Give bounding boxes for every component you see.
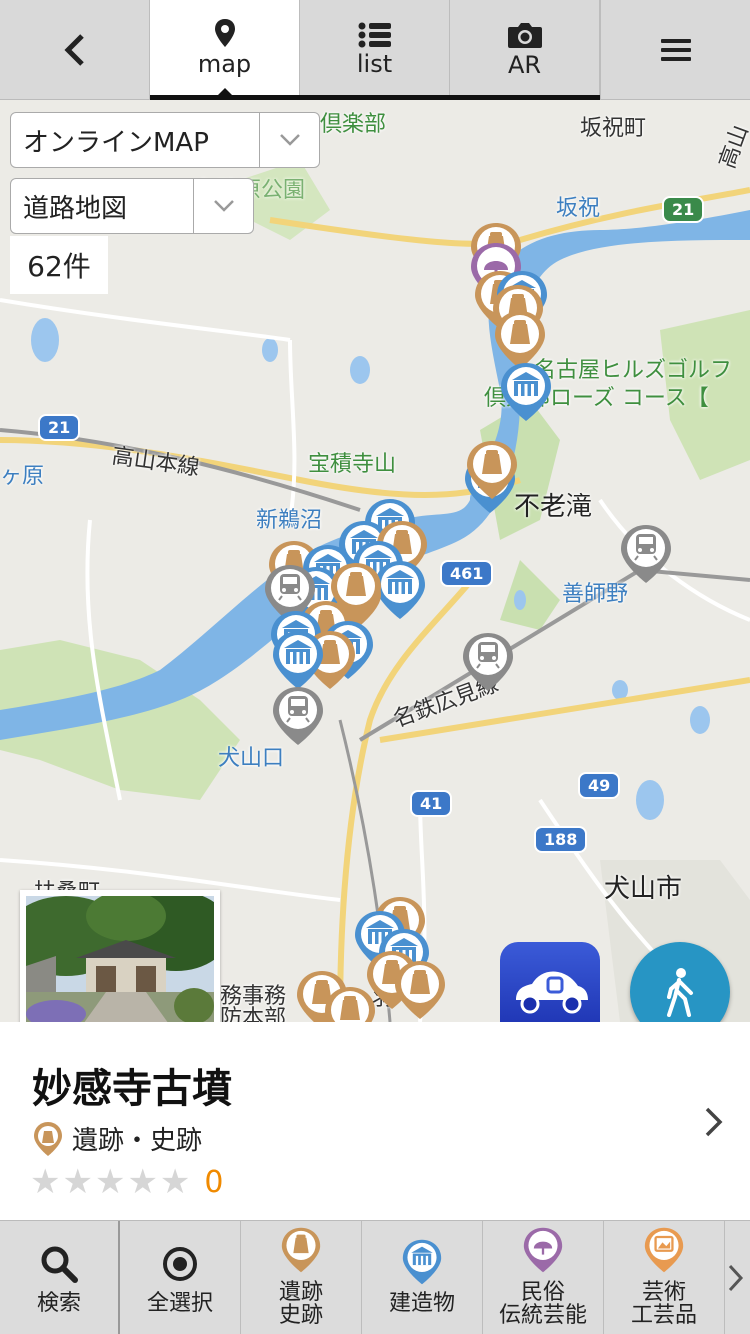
spot-title: 妙感寺古墳: [32, 1066, 232, 1112]
search-label: 検索: [36, 1291, 81, 1317]
filter-art-button[interactable]: 芸術 工芸品: [604, 1221, 725, 1334]
route-marker-188: 188: [534, 826, 588, 853]
car-icon: [516, 971, 588, 1014]
rating-count: 0: [204, 1164, 226, 1200]
map-label-inuyama-city: 犬山市: [604, 874, 683, 904]
scroll-right-icon[interactable]: [725, 1221, 747, 1334]
map-label-honbu: 防本部: [220, 1006, 287, 1022]
list-icon: [358, 22, 391, 48]
map-label-shin-unuma: 新鵜沼: [256, 508, 323, 533]
filter-folk-button[interactable]: 民俗 伝統芸能: [483, 1221, 604, 1334]
building-map-pin[interactable]: [500, 362, 552, 422]
map-view[interactable]: 倶楽部 坂祝町 各務原公園 坂祝 名古屋ヒルズゴルフ 倶楽部ローズ コース【 高…: [0, 100, 750, 1022]
ruins-map-pin[interactable]: [394, 960, 446, 1020]
ruins-pin-icon: [34, 1121, 62, 1156]
map-label-ga-hara: ヶ原: [0, 464, 45, 489]
filter-building-button[interactable]: 建造物: [362, 1221, 483, 1334]
tab-map-label: map: [197, 50, 252, 78]
spot-category: 遺跡・史跡: [32, 1120, 202, 1157]
tab-ar-label: AR: [507, 51, 542, 79]
filter-ruins-label: 遺跡 史跡: [278, 1279, 323, 1328]
route-marker-49: 49: [578, 772, 621, 799]
temple-photo: [6, 891, 231, 1034]
map-label-sakahogi-station: 坂祝: [556, 196, 601, 221]
result-count: 62件: [10, 236, 108, 294]
chevron-right-icon[interactable]: [704, 1102, 724, 1148]
filter-building-label: 建造物: [388, 1291, 455, 1317]
search-button[interactable]: 検索: [0, 1221, 120, 1334]
ruins-map-pin[interactable]: [494, 310, 546, 370]
selected-spot-photo[interactable]: [6, 890, 231, 1040]
chevron-down-icon: [193, 179, 253, 233]
art-pin-icon: [644, 1227, 684, 1278]
station-map-pin[interactable]: [462, 632, 514, 692]
folk-pin-icon: [523, 1227, 563, 1278]
map-label-sakahogi-town: 坂祝町: [580, 116, 647, 141]
route-marker-41: 41: [410, 790, 453, 817]
camera-icon: [507, 23, 542, 48]
map-style-select[interactable]: 道路地図: [10, 178, 254, 234]
route-marker-461: 461: [440, 560, 494, 587]
map-label-club: 倶楽部: [320, 112, 387, 137]
station-map-pin[interactable]: [620, 524, 672, 584]
menu-button[interactable]: [600, 0, 750, 100]
spot-info-card[interactable]: 妙感寺古墳 遺跡・史跡 ★★★★★ 0: [0, 1022, 750, 1220]
select-all-icon: [163, 1247, 197, 1282]
top-navigation-bar: map list AR: [0, 0, 750, 100]
select-all-label: 全選択: [146, 1291, 213, 1317]
map-label-zenjino: 善師野: [562, 582, 629, 607]
ruins-pin-icon: [281, 1227, 321, 1278]
filter-folk-label: 民俗 伝統芸能: [498, 1279, 587, 1328]
map-source-value: オンラインMAP: [23, 127, 209, 158]
filter-ruins-button[interactable]: 遺跡 史跡: [241, 1221, 362, 1334]
route-marker-21-east: 21: [662, 196, 705, 223]
map-pin-icon: [214, 19, 235, 47]
tab-ar[interactable]: AR: [450, 0, 600, 100]
building-pin-icon: [402, 1239, 442, 1290]
ruins-map-pin[interactable]: [324, 986, 376, 1022]
back-button[interactable]: [0, 0, 150, 100]
category-filter-bar: 検索 全選択 遺跡 史跡 建造物 民俗 伝統芸能 芸術 工芸品: [0, 1220, 750, 1334]
map-label-hoshakuji: 宝積寺山: [308, 452, 397, 477]
rating-stars: ★★★★★ 0: [30, 1162, 226, 1202]
station-map-pin[interactable]: [272, 686, 324, 746]
map-style-value: 道路地図: [23, 193, 128, 224]
ruins-map-pin[interactable]: [466, 440, 518, 500]
tab-list[interactable]: list: [300, 0, 450, 100]
pedestrian-icon: [667, 968, 693, 1017]
hamburger-menu-icon: [660, 39, 691, 61]
select-all-button[interactable]: 全選択: [120, 1221, 241, 1334]
chevron-left-icon: [63, 34, 84, 66]
building-map-pin[interactable]: [272, 630, 324, 690]
search-icon: [41, 1246, 78, 1284]
tab-map[interactable]: map: [150, 0, 300, 100]
route-marker-21-west: 21: [38, 414, 81, 441]
spot-category-label: 遺跡・史跡: [72, 1126, 203, 1156]
map-source-select[interactable]: オンラインMAP: [10, 112, 320, 168]
chevron-down-icon: [259, 113, 319, 167]
tab-list-label: list: [356, 50, 393, 78]
star-icons: ★★★★★: [30, 1162, 193, 1202]
map-label-furotaki: 不老滝: [514, 492, 593, 522]
filter-art-label: 芸術 工芸品: [630, 1279, 697, 1328]
